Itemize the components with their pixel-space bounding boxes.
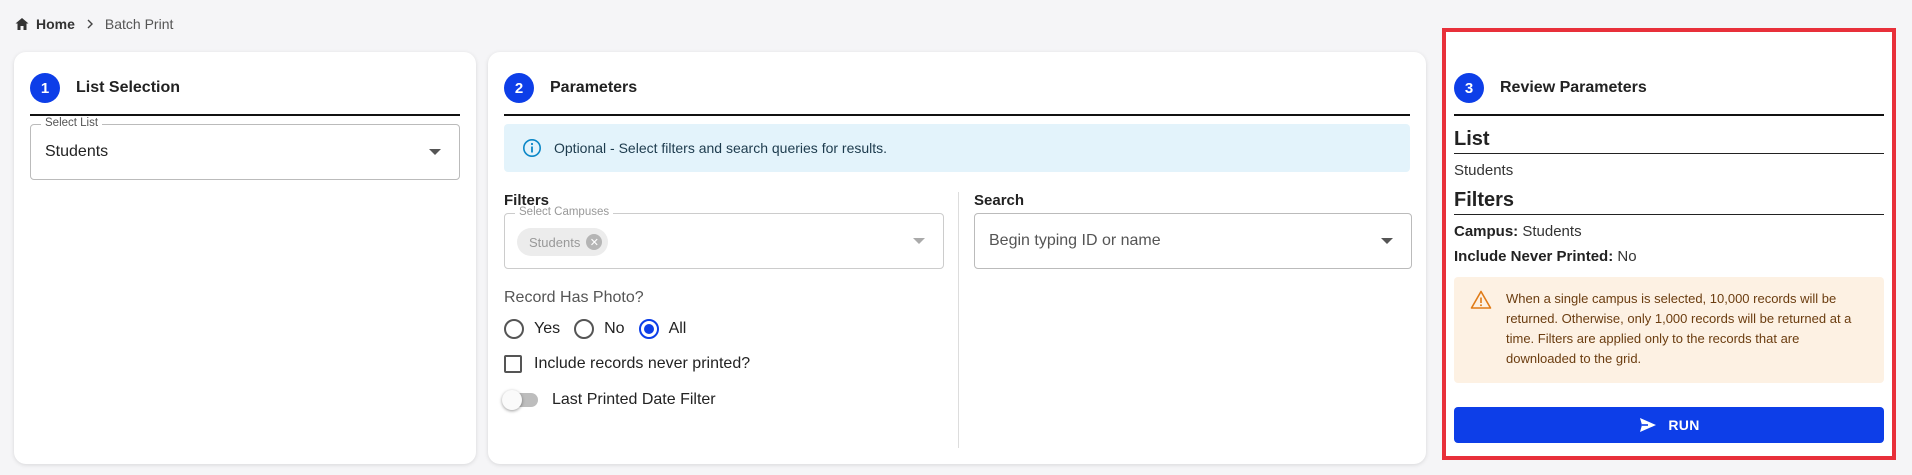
chip-remove-icon[interactable]: ✕ <box>586 234 603 250</box>
select-campuses-label: Select Campuses <box>515 206 614 218</box>
filters-column: Filters Select Campuses Students ✕ Recor… <box>502 192 944 410</box>
never-printed-row[interactable]: Include records never printed? <box>504 355 944 373</box>
home-icon[interactable] <box>14 16 30 32</box>
parameters-title: Parameters <box>550 79 638 96</box>
filters-heading: Filters <box>1454 189 1884 215</box>
last-printed-label: Last Printed Date Filter <box>552 391 716 408</box>
warning-icon <box>1470 289 1492 311</box>
last-printed-toggle[interactable] <box>502 390 538 410</box>
caret-down-icon <box>1381 238 1393 244</box>
run-button[interactable]: RUN <box>1454 407 1884 443</box>
never-printed-label: Include records never printed? <box>534 355 751 372</box>
never-printed-key: Include Never Printed: <box>1454 248 1614 265</box>
column-divider <box>958 192 959 448</box>
parameters-header: 2 Parameters <box>504 62 1410 116</box>
radio-circle[interactable] <box>504 319 524 339</box>
warning-text: When a single campus is selected, 10,000… <box>1506 291 1852 366</box>
breadcrumb: Home Batch Print <box>14 14 173 34</box>
campus-chip-label: Students <box>529 234 581 250</box>
radio-all[interactable]: All <box>638 319 687 339</box>
review-parameters-card: 3 Review Parameters List Students Filter… <box>1442 28 1896 460</box>
photo-radio-group: Yes No All <box>504 319 944 339</box>
list-heading: List <box>1454 128 1884 154</box>
select-list-value: Students <box>45 143 109 160</box>
select-campuses-field[interactable]: Select Campuses Students ✕ <box>504 206 944 269</box>
search-input[interactable]: Begin typing ID or name <box>974 213 1412 269</box>
step-number-badge: 2 <box>504 73 534 103</box>
campus-value: Students <box>1522 223 1582 240</box>
never-printed-value: No <box>1617 248 1637 265</box>
search-placeholder: Begin typing ID or name <box>989 232 1161 249</box>
campus-chip: Students ✕ <box>517 228 609 256</box>
chevron-right-icon <box>85 19 95 29</box>
radio-yes-label: Yes <box>534 320 561 337</box>
run-label: RUN <box>1668 417 1700 433</box>
last-printed-row[interactable]: Last Printed Date Filter <box>502 390 944 410</box>
parameters-card: 2 Parameters Optional - Select filters a… <box>488 52 1426 464</box>
info-banner: Optional - Select filters and search que… <box>504 124 1410 172</box>
photo-question: Record Has Photo? <box>504 289 644 306</box>
radio-yes[interactable]: Yes <box>504 319 560 339</box>
search-column: Search Begin typing ID or name <box>974 192 1426 269</box>
search-label: Search <box>974 192 1025 209</box>
breadcrumb-current: Batch Print <box>104 16 174 32</box>
radio-all-label: All <box>668 320 687 337</box>
radio-circle[interactable] <box>574 319 595 339</box>
list-selection-card: 1 List Selection Select List Students <box>14 52 476 464</box>
review-parameters-header: 3 Review Parameters <box>1454 62 1884 116</box>
info-icon <box>522 138 542 158</box>
list-value: Students <box>1454 162 1514 179</box>
radio-no-label: No <box>604 320 625 337</box>
caret-down-icon <box>913 238 925 244</box>
list-selection-title: List Selection <box>76 79 181 96</box>
step-number-badge: 1 <box>30 73 60 103</box>
campus-summary: Campus: Students <box>1454 223 1884 240</box>
breadcrumb-home-link[interactable]: Home <box>36 16 75 32</box>
list-selection-header: 1 List Selection <box>30 62 460 116</box>
radio-circle-selected[interactable] <box>638 319 659 339</box>
toggle-knob <box>502 390 522 410</box>
select-list-dropdown[interactable]: Select List Students <box>30 117 460 180</box>
campus-key: Campus: <box>1454 223 1519 240</box>
warning-alert: When a single campus is selected, 10,000… <box>1454 277 1884 383</box>
select-list-label: Select List <box>41 117 103 129</box>
review-body: List Students Filters Campus: Students I… <box>1454 128 1884 443</box>
info-text: Optional - Select filters and search que… <box>554 140 888 156</box>
review-parameters-title: Review Parameters <box>1500 79 1647 96</box>
radio-no[interactable]: No <box>574 319 625 339</box>
send-icon <box>1638 415 1658 435</box>
caret-down-icon <box>429 149 441 155</box>
step-number-badge: 3 <box>1454 73 1484 103</box>
never-printed-checkbox[interactable] <box>504 355 522 373</box>
never-printed-summary: Include Never Printed: No <box>1454 248 1884 265</box>
